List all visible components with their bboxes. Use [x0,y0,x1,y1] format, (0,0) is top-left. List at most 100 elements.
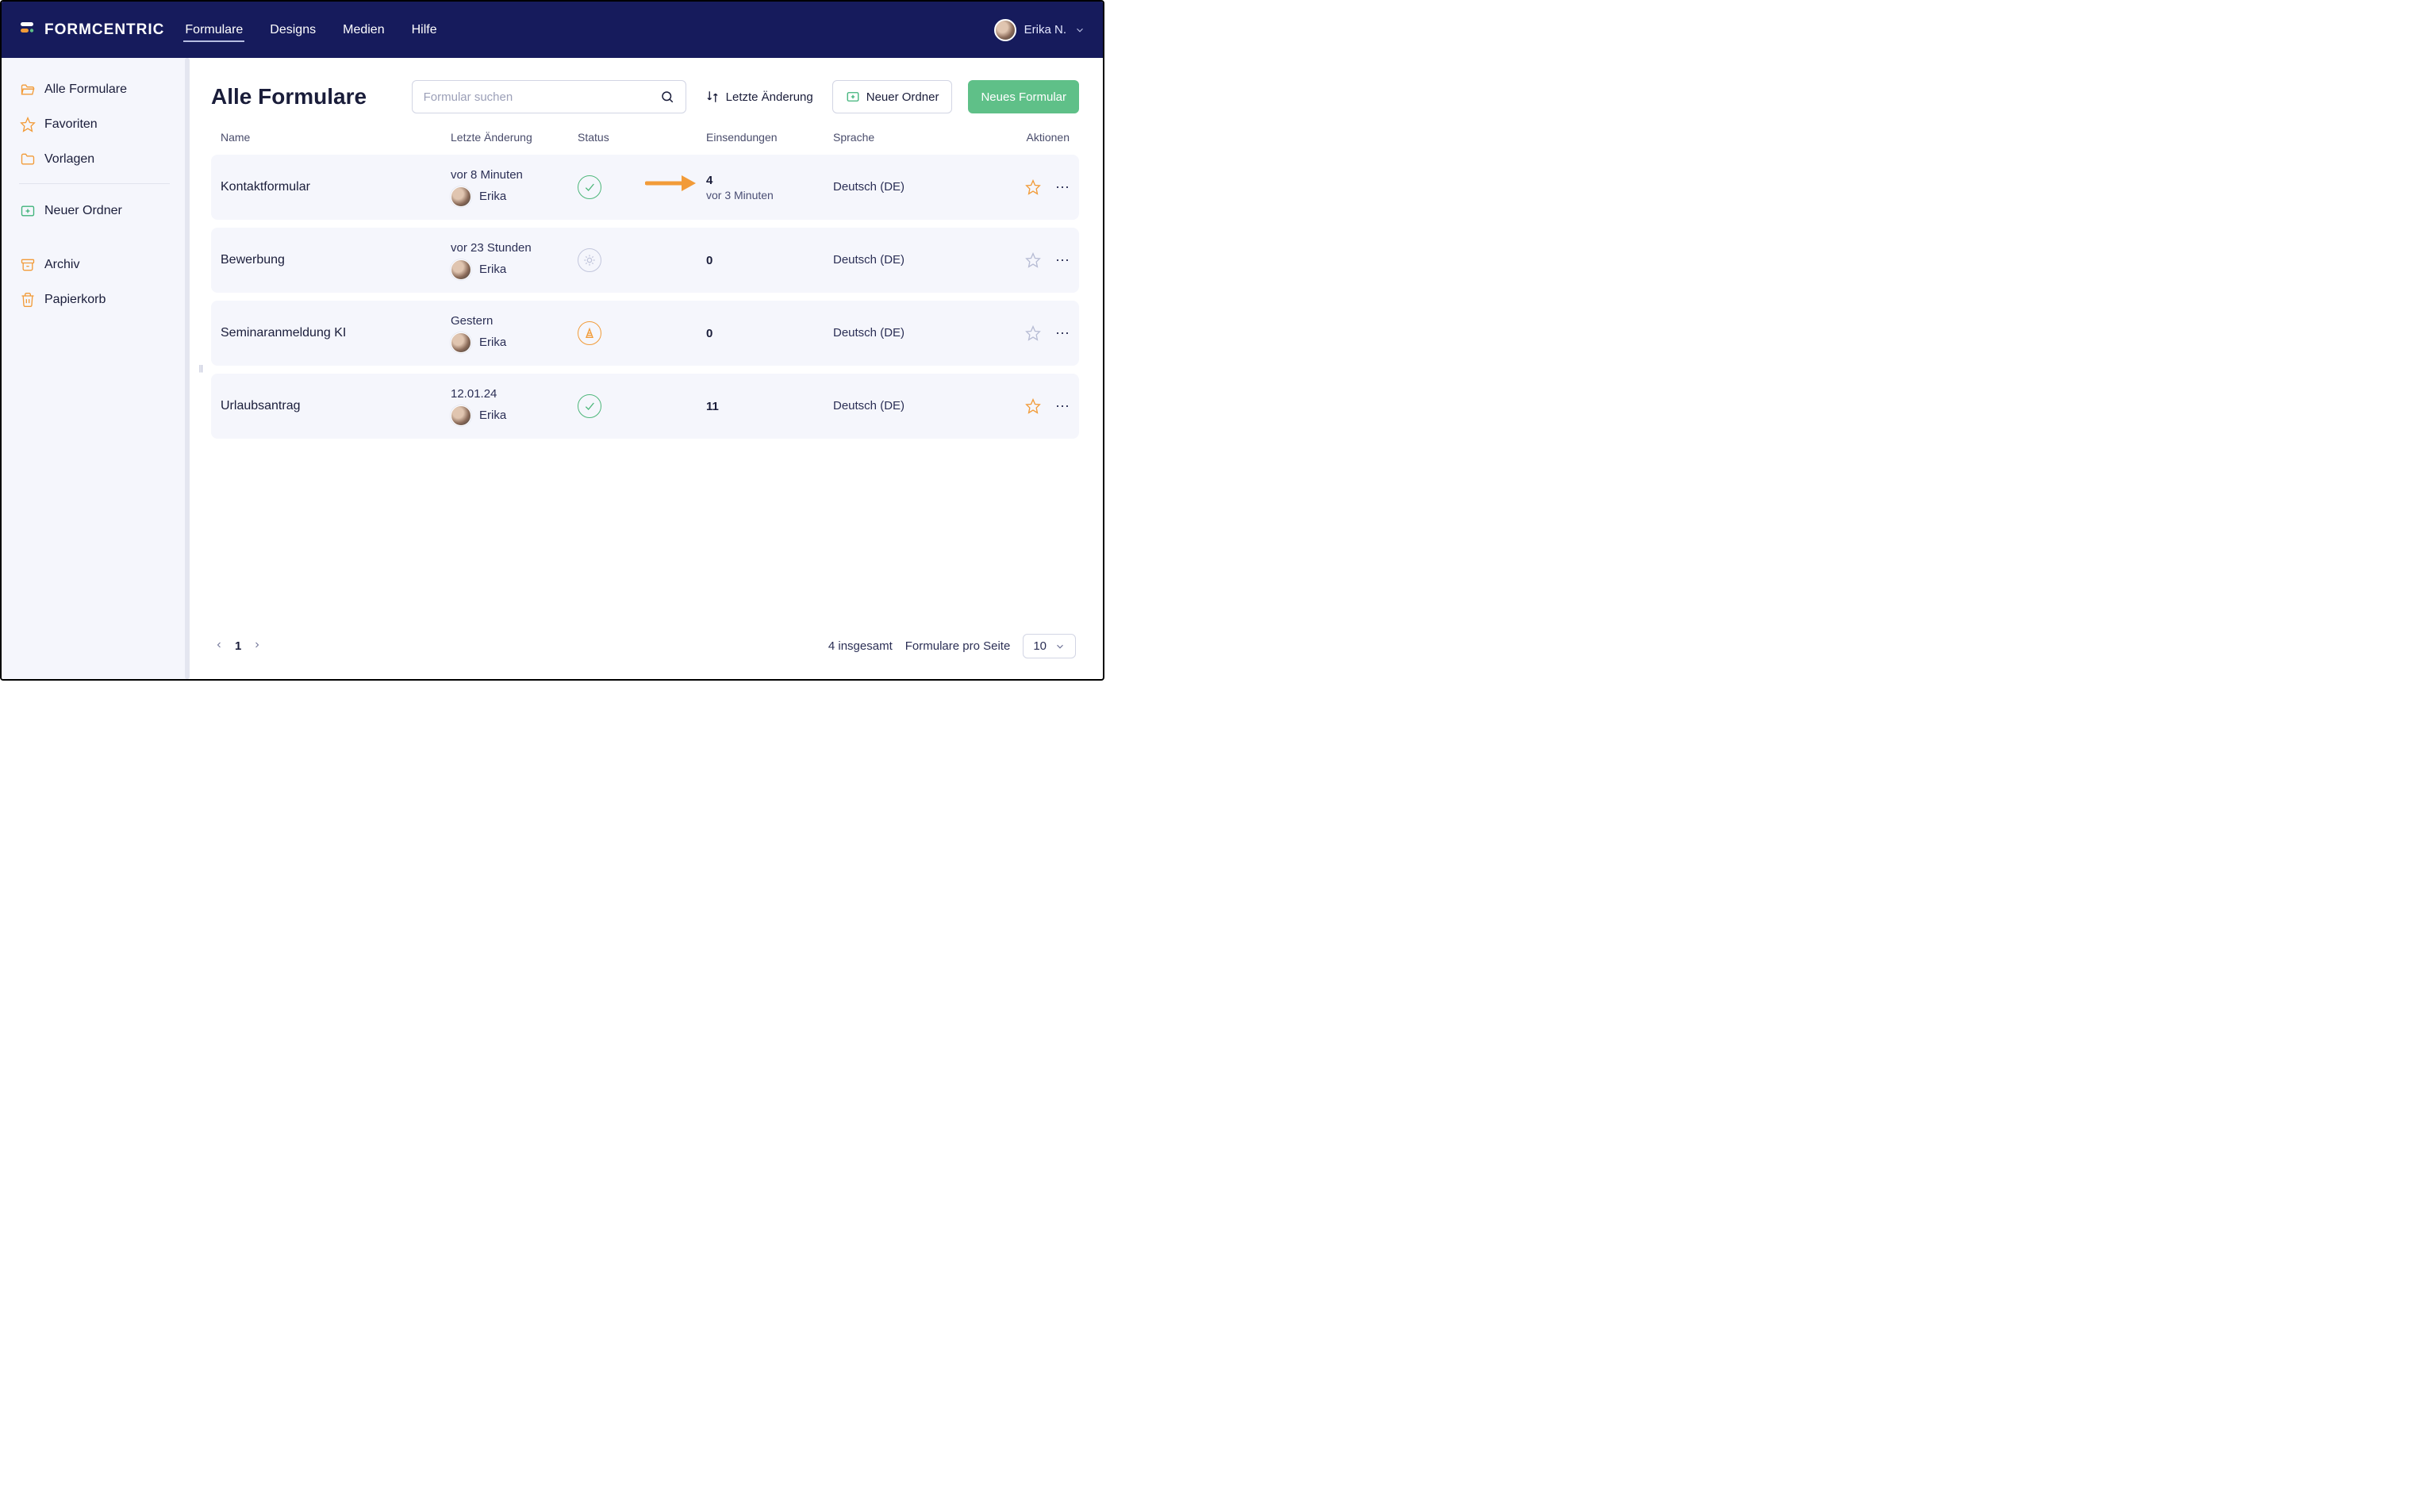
search-input[interactable] [424,90,660,104]
row-change-time: Gestern [451,314,578,328]
nav-formulare[interactable]: Formulare [183,18,244,42]
row-submissions-count: 11 [706,400,833,413]
search-icon [660,90,674,104]
more-actions-icon[interactable]: ⋯ [1055,325,1070,342]
avatar-icon [451,405,471,426]
table-header: Name Letzte Änderung Status Einsendungen… [211,131,1079,144]
sidebar-item-label: Alle Formulare [44,83,127,97]
more-actions-icon[interactable]: ⋯ [1055,398,1070,415]
sort-button[interactable]: Letzte Änderung [702,83,816,110]
sidebar-item-all-forms[interactable]: Alle Formulare [10,74,179,106]
folder-plus-icon [19,202,36,220]
page-number[interactable]: 1 [235,639,241,653]
avatar-icon [451,332,471,353]
page-size-value: 10 [1033,639,1047,653]
status-published-icon [578,394,601,418]
per-page-label: Formulare pro Seite [905,639,1011,653]
button-label: Neues Formular [981,90,1066,104]
col-header-actions: Aktionen [1016,131,1070,144]
search-input-wrap[interactable] [412,80,686,113]
user-menu[interactable]: Erika N. [994,19,1085,41]
chevron-down-icon [1074,25,1085,36]
trash-icon [19,291,36,309]
sidebar-scrollbar[interactable] [185,58,190,679]
sidebar-item-label: Neuer Ordner [44,204,122,218]
favorite-toggle[interactable] [1025,179,1041,195]
sidebar-item-new-folder[interactable]: Neuer Ordner [10,195,179,227]
sort-label: Letzte Änderung [726,90,813,104]
sidebar-item-templates[interactable]: Vorlagen [10,144,179,175]
avatar-icon [451,259,471,280]
page-prev[interactable] [214,639,224,653]
more-actions-icon[interactable]: ⋯ [1055,252,1070,269]
folder-plus-icon [846,90,860,104]
row-submissions-count: 0 [706,327,833,340]
sidebar-collapse-icon[interactable]: || [199,364,203,373]
new-form-button[interactable]: Neues Formular [968,80,1079,113]
row-name: Urlaubsantrag [221,399,451,413]
table-row[interactable]: Kontaktformularvor 8 MinutenErika4vor 3 … [211,155,1079,220]
total-count: 4 insgesamt [828,639,893,653]
sidebar-item-label: Archiv [44,258,79,272]
row-language: Deutsch (DE) [833,326,904,340]
avatar-icon [451,186,471,207]
main: Alle Formulare Letzte Änderung Neuer Ord… [187,58,1103,679]
row-change-user: Erika [451,186,578,207]
sidebar-item-trash[interactable]: Papierkorb [10,284,179,316]
status-draft-icon [578,248,601,272]
sidebar-item-label: Favoriten [44,117,98,132]
sidebar: Alle Formulare Favoriten Vorlagen Neuer … [2,58,187,679]
table-row[interactable]: Urlaubsantrag12.01.24 Erika 11Deutsch (DE)… [211,374,1079,439]
favorite-toggle[interactable] [1025,398,1041,414]
sidebar-item-favorites[interactable]: Favoriten [10,109,179,140]
row-name: Bewerbung [221,253,451,267]
col-header-status: Status [578,131,706,144]
row-submissions-count: 0 [706,254,833,267]
row-change-time: vor 8 Minuten [451,168,578,182]
chevron-down-icon [1054,641,1066,652]
row-change-user: Erika [451,332,578,353]
page-title: Alle Formulare [211,84,367,109]
pagination: 1 4 insgesamt Formulare pro Seite 10 [211,618,1079,665]
nav-hilfe[interactable]: Hilfe [410,18,439,42]
page-next[interactable] [252,639,262,653]
button-label: Neuer Ordner [866,90,939,104]
logo-mark-icon [19,21,35,40]
favorite-toggle[interactable] [1025,252,1041,268]
archive-icon [19,256,36,274]
folder-open-icon [19,81,36,98]
col-header-submissions: Einsendungen [706,131,833,144]
status-published-icon [578,175,601,199]
status-pending-icon [578,321,601,345]
col-header-language: Sprache [833,131,1016,144]
sidebar-item-archive[interactable]: Archiv [10,249,179,281]
table-rows: Kontaktformularvor 8 MinutenErika4vor 3 … [211,155,1079,618]
folder-icon [19,151,36,168]
favorite-toggle[interactable] [1025,325,1041,341]
sort-icon [705,90,720,104]
row-language: Deutsch (DE) [833,399,904,413]
col-header-change: Letzte Änderung [451,131,578,144]
row-language: Deutsch (DE) [833,253,904,267]
row-change-user: Erika [451,259,578,280]
row-language: Deutsch (DE) [833,180,904,194]
user-name: Erika N. [1024,23,1066,36]
row-submissions-time: vor 3 Minuten [706,189,833,201]
logo-text: FORMCENTRIC [44,21,164,39]
more-actions-icon[interactable]: ⋯ [1055,179,1070,196]
sidebar-item-label: Vorlagen [44,152,94,167]
table-row[interactable]: Seminaranmeldung KIGesternErika0Deutsch … [211,301,1079,366]
row-change-time: vor 23 Stunden [451,241,578,255]
row-change-time: 12.01.24 [451,387,578,401]
new-folder-button[interactable]: Neuer Ordner [832,80,953,113]
col-header-name: Name [221,131,451,144]
table-row[interactable]: Bewerbungvor 23 Stunden Erika 0Deutsch (DE… [211,228,1079,293]
nav-medien[interactable]: Medien [341,18,386,42]
row-change-user: Erika [451,405,578,426]
sidebar-item-label: Papierkorb [44,293,106,307]
page-size-select[interactable]: 10 [1023,634,1076,658]
page-header: Alle Formulare Letzte Änderung Neuer Ord… [211,80,1079,113]
avatar-icon [994,19,1016,41]
logo[interactable]: FORMCENTRIC [19,21,164,40]
nav-designs[interactable]: Designs [268,18,317,42]
